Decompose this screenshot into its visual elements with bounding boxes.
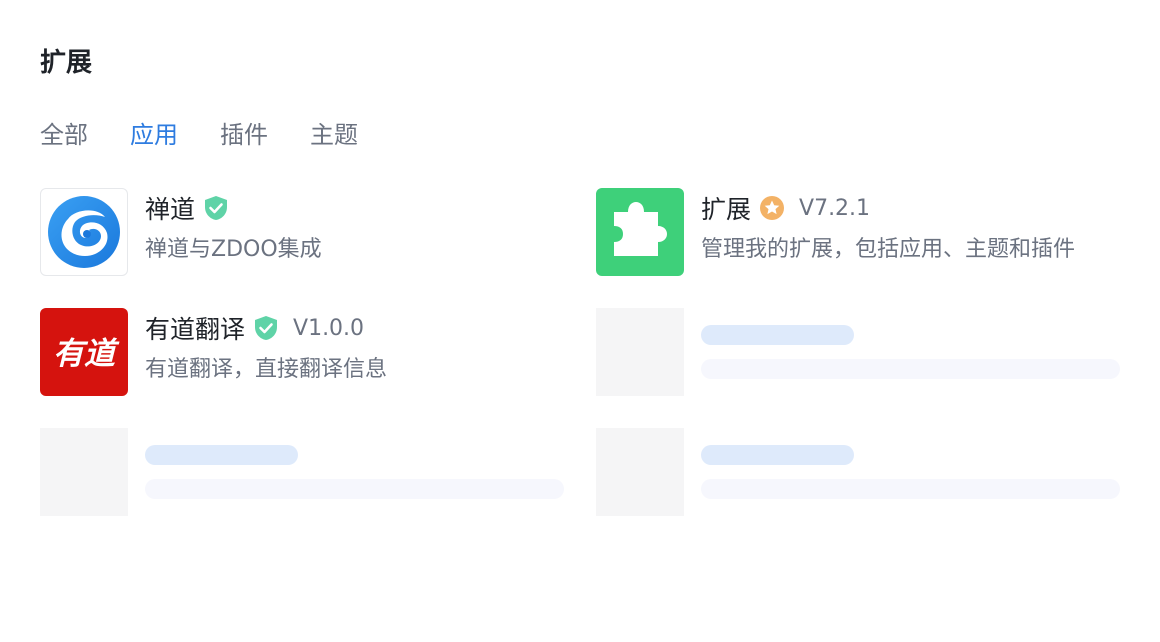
tab-apps[interactable]: 应用: [130, 114, 178, 156]
loading-placeholder-card: [596, 308, 1120, 396]
svg-text:有道: 有道: [53, 336, 120, 372]
placeholder-title: [701, 325, 854, 345]
extension-name: 禅道: [145, 195, 196, 224]
placeholder-icon: [40, 428, 128, 516]
placeholder-text: [701, 359, 1120, 379]
tab-all[interactable]: 全部: [40, 114, 88, 156]
extension-card-extensions[interactable]: 扩展 V7.2.1 管理我的扩展，包括应用、主题和插件: [596, 188, 1136, 276]
youdao-logo-icon: 有道: [40, 308, 128, 396]
page-title: 扩展: [40, 48, 93, 78]
placeholder-title: [701, 445, 854, 465]
extension-card-zentao[interactable]: 禅道 禅道与ZDOO集成: [40, 188, 580, 276]
placeholder-icon: [596, 428, 684, 516]
extension-version: V1.0.0: [293, 315, 365, 341]
extension-name: 扩展: [701, 195, 752, 224]
tab-bar: 全部 应用 插件 主题: [40, 114, 400, 156]
loading-placeholder-card: [40, 428, 564, 516]
zentao-logo-icon: [40, 188, 128, 276]
tab-themes[interactable]: 主题: [310, 114, 358, 156]
extension-description: 有道翻译，直接翻译信息: [145, 357, 388, 382]
official-star-icon: [759, 195, 785, 221]
placeholder-text: [701, 479, 1120, 499]
extension-name: 有道翻译: [145, 315, 246, 344]
extension-title: 禅道: [145, 188, 229, 228]
extension-card-youdao[interactable]: 有道 有道翻译 V1.0.0 有道翻译，直接翻译信息: [40, 308, 580, 396]
extension-description: 禅道与ZDOO集成: [145, 237, 322, 262]
extension-version: V7.2.1: [799, 195, 871, 221]
extension-title: 有道翻译 V1.0.0: [145, 308, 364, 348]
verified-shield-icon: [253, 315, 279, 341]
puzzle-piece-icon: [596, 188, 684, 276]
tab-plugins[interactable]: 插件: [220, 114, 268, 156]
placeholder-text: [145, 479, 564, 499]
loading-placeholder-card: [596, 428, 1120, 516]
placeholder-icon: [596, 308, 684, 396]
verified-shield-icon: [203, 195, 229, 221]
placeholder-title: [145, 445, 298, 465]
extension-description: 管理我的扩展，包括应用、主题和插件: [701, 237, 1076, 262]
extension-title: 扩展 V7.2.1: [701, 188, 870, 228]
